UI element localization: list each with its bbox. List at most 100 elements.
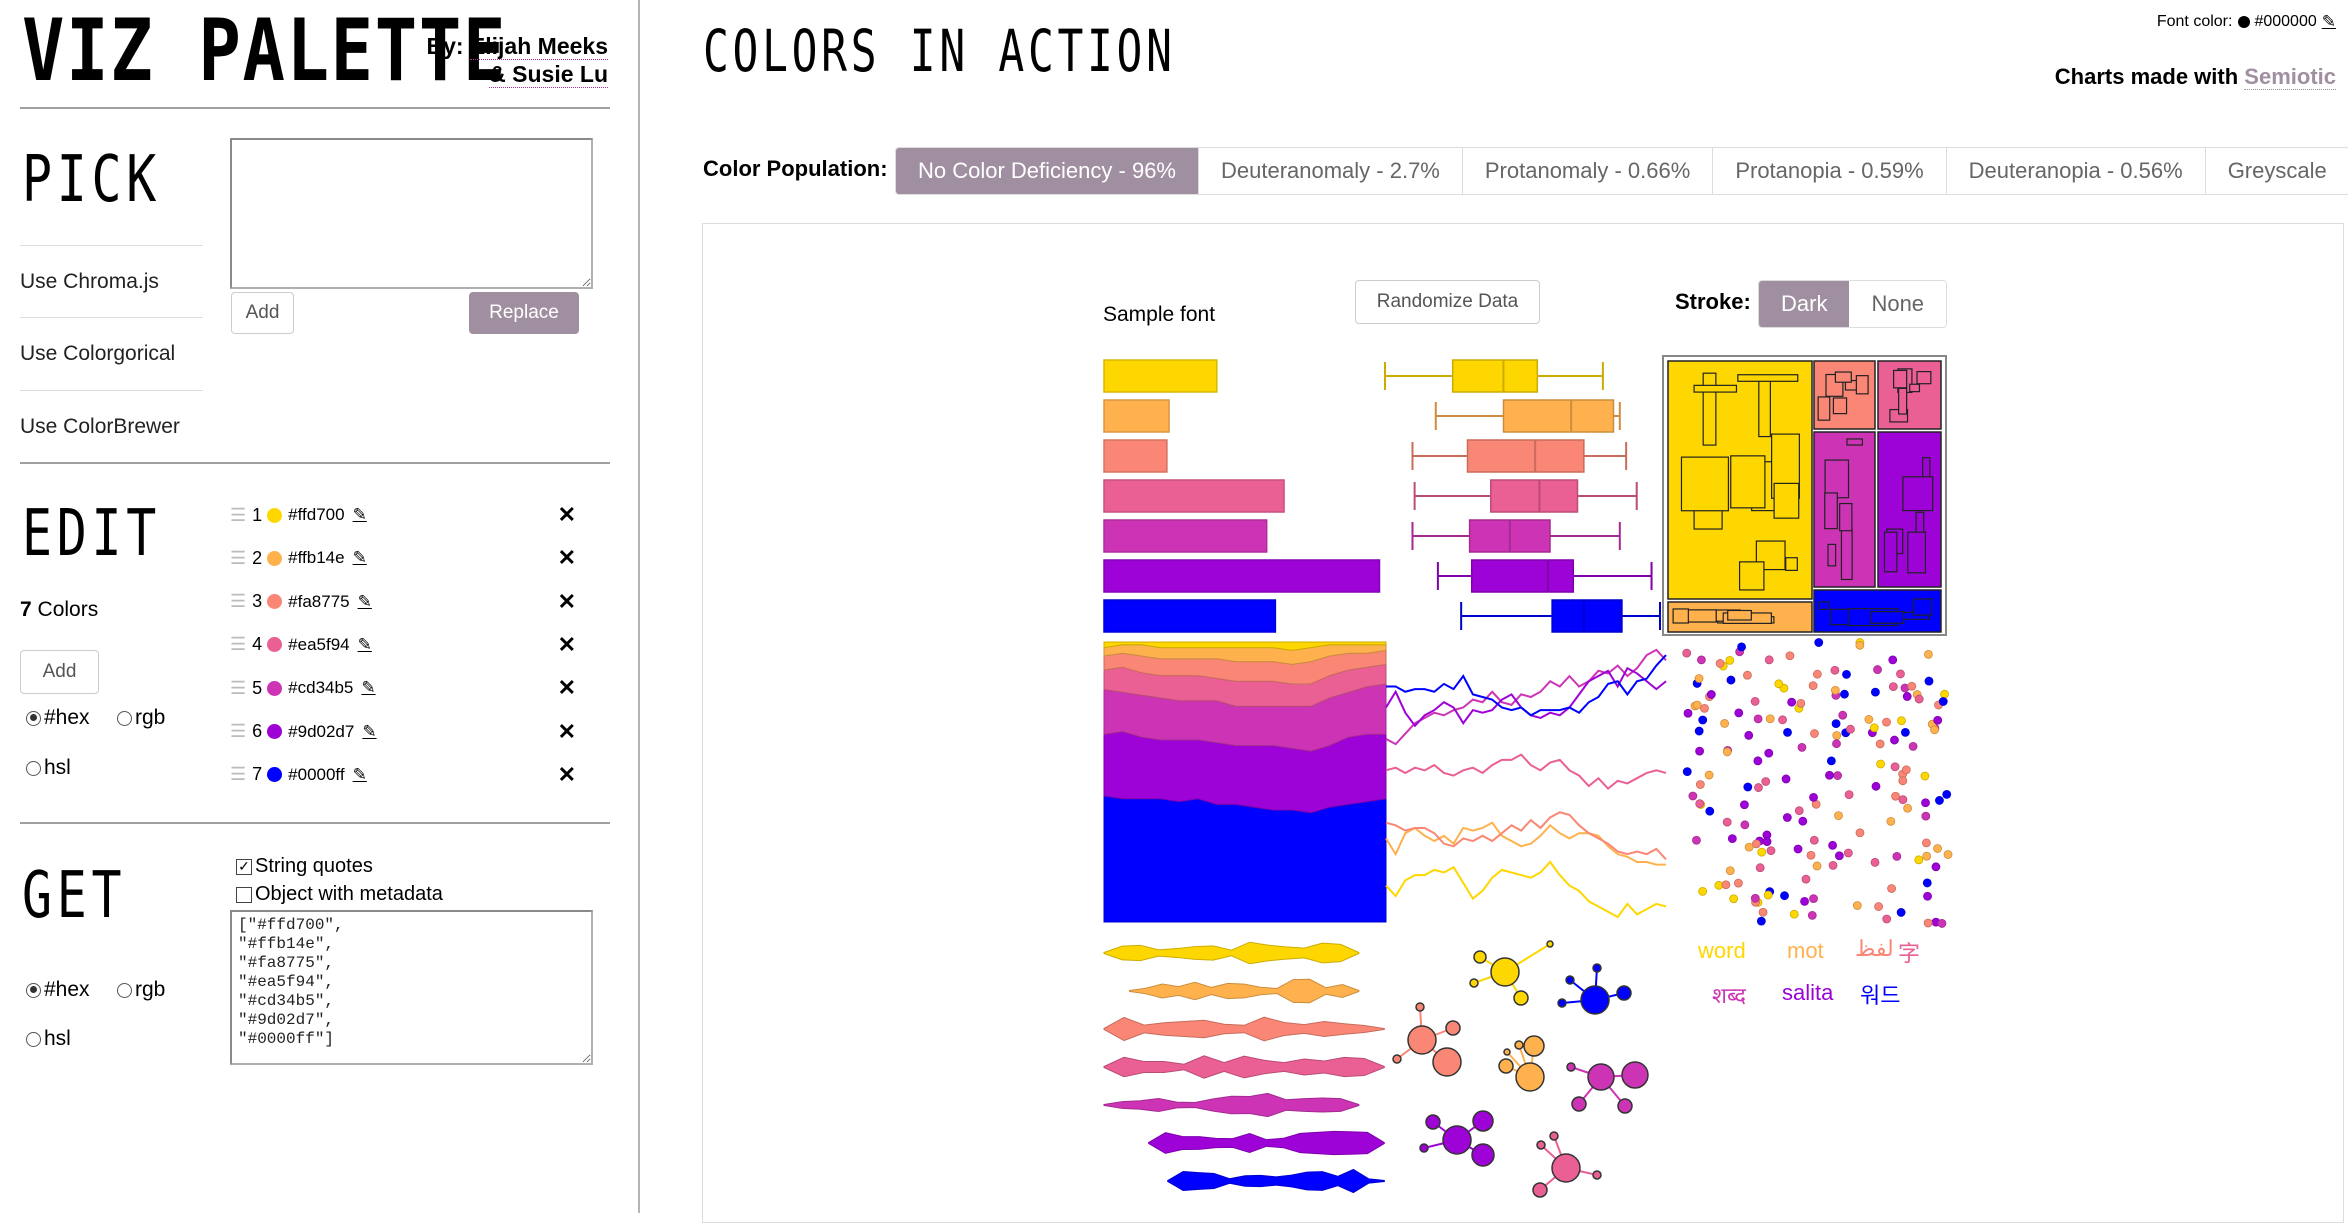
radio-label: #hex: [44, 706, 90, 729]
checkbox-label: Object with metadata: [255, 883, 443, 905]
word-sample: لفظ: [1855, 936, 1894, 961]
word-sample: 워드: [1860, 983, 1901, 1008]
font-color-value: #000000: [2254, 13, 2317, 30]
color-count-label: Colors: [37, 598, 99, 621]
object-metadata-checkbox[interactable]: Object with metadata: [236, 883, 443, 906]
get-output-textarea[interactable]: [230, 910, 593, 1065]
word-sample: शब्द: [1712, 983, 1746, 1008]
checkbox-label: String quotes: [255, 855, 373, 877]
use-colorgorical-link[interactable]: Use Colorgorical: [20, 342, 175, 366]
color-swatch: [267, 637, 283, 653]
radio-selected-icon: [26, 710, 41, 726]
divider: [20, 107, 610, 109]
pencil-icon[interactable]: ✎: [358, 592, 372, 612]
pencil-icon[interactable]: ✎: [362, 722, 376, 742]
charts-credit-label: Charts made with: [2054, 64, 2239, 89]
divider: [20, 245, 203, 246]
color-index: 1: [252, 504, 263, 525]
population-tab[interactable]: Deuteranomaly - 2.7%: [1199, 148, 1463, 194]
use-chromajs-link[interactable]: Use Chroma.js: [20, 270, 159, 294]
word-sample: 字: [1898, 941, 1921, 966]
color-list-item[interactable]: ☰ 4 #ea5f94 ✎ ✕: [230, 630, 590, 660]
edit-section-title: EDIT: [22, 497, 161, 571]
pick-colors-input[interactable]: [230, 138, 593, 289]
close-icon[interactable]: ✕: [558, 502, 576, 528]
semiotic-link[interactable]: Semiotic: [2244, 64, 2336, 90]
edit-format-hsl-radio[interactable]: hsl: [26, 756, 71, 780]
color-index: 7: [252, 764, 263, 785]
color-list-item[interactable]: ☰ 7 #0000ff ✎ ✕: [230, 760, 590, 790]
get-format-hsl-radio[interactable]: hsl: [26, 1027, 71, 1051]
close-icon[interactable]: ✕: [558, 762, 576, 788]
close-icon[interactable]: ✕: [558, 719, 576, 745]
divider: [20, 462, 610, 464]
color-list-item[interactable]: ☰ 2 #ffb14e ✎ ✕: [230, 543, 590, 573]
chart-panel: [702, 223, 2344, 1223]
radio-label: hsl: [44, 756, 71, 779]
pick-replace-button[interactable]: Replace: [469, 292, 579, 334]
color-list-item[interactable]: ☰ 1 #ffd700 ✎ ✕: [230, 500, 590, 530]
color-count: 7 Colors: [20, 598, 98, 622]
word-sample: salita: [1782, 980, 1834, 1005]
pencil-icon[interactable]: ✎: [353, 765, 367, 785]
color-hex: #ffb14e: [288, 548, 345, 568]
pencil-icon[interactable]: ✎: [2322, 12, 2336, 32]
close-icon[interactable]: ✕: [558, 675, 576, 701]
get-format-rgb-radio[interactable]: rgb: [117, 978, 165, 1002]
color-swatch: [267, 550, 283, 566]
color-index: 5: [252, 677, 263, 698]
population-tab[interactable]: Protanopia - 0.59%: [1713, 148, 1947, 194]
drag-handle-icon[interactable]: ☰: [230, 764, 246, 785]
close-icon[interactable]: ✕: [558, 632, 576, 658]
pick-add-button[interactable]: Add: [231, 292, 294, 334]
author-link-2[interactable]: & Susie Lu: [489, 61, 608, 88]
color-hex: #cd34b5: [288, 678, 354, 698]
checkbox-empty-icon: [236, 886, 252, 903]
randomize-data-button[interactable]: Randomize Data: [1355, 280, 1540, 324]
radio-empty-icon: [117, 982, 132, 998]
author-link-1[interactable]: Elijah Meeks: [469, 33, 608, 60]
edit-add-button[interactable]: Add: [20, 650, 99, 694]
close-icon[interactable]: ✕: [558, 589, 576, 615]
population-tab[interactable]: Protanomaly - 0.66%: [1463, 148, 1714, 194]
color-list-item[interactable]: ☰ 3 #fa8775 ✎ ✕: [230, 587, 590, 617]
drag-handle-icon[interactable]: ☰: [230, 505, 246, 526]
pencil-icon[interactable]: ✎: [353, 548, 367, 568]
color-hex: #0000ff: [288, 764, 345, 784]
pick-section-title: PICK: [22, 143, 161, 217]
drag-handle-icon[interactable]: ☰: [230, 721, 246, 742]
radio-empty-icon: [26, 1031, 41, 1047]
stroke-dark-option[interactable]: Dark: [1759, 281, 1850, 327]
color-swatch: [267, 594, 283, 610]
divider: [20, 390, 203, 391]
get-section-title: GET: [22, 859, 127, 933]
drag-handle-icon[interactable]: ☰: [230, 678, 246, 699]
pencil-icon[interactable]: ✎: [361, 678, 375, 698]
close-icon[interactable]: ✕: [558, 545, 576, 571]
color-index: 3: [252, 591, 263, 612]
color-swatch: [267, 507, 283, 523]
population-tab[interactable]: Deuteranopia - 0.56%: [1947, 148, 2206, 194]
font-color-label: Font color:: [2156, 13, 2233, 30]
drag-handle-icon[interactable]: ☰: [230, 591, 246, 612]
byline: By: Elijah Meeks & Susie Lu: [426, 32, 608, 88]
string-quotes-checkbox[interactable]: ✓ String quotes: [236, 855, 373, 878]
font-color-swatch: [2238, 16, 2251, 28]
edit-format-hex-radio[interactable]: #hex: [26, 706, 90, 730]
use-colorbrewer-link[interactable]: Use ColorBrewer: [20, 415, 180, 439]
color-list-item[interactable]: ☰ 6 #9d02d7 ✎ ✕: [230, 717, 590, 747]
pencil-icon[interactable]: ✎: [353, 505, 367, 525]
divider: [20, 822, 610, 824]
edit-format-rgb-radio[interactable]: rgb: [117, 706, 165, 730]
population-tab[interactable]: Greyscale: [2206, 148, 2348, 194]
color-list-item[interactable]: ☰ 5 #cd34b5 ✎ ✕: [230, 673, 590, 703]
population-tab[interactable]: No Color Deficiency - 96%: [896, 148, 1199, 194]
drag-handle-icon[interactable]: ☰: [230, 634, 246, 655]
get-format-hex-radio[interactable]: #hex: [26, 978, 90, 1002]
stroke-none-option[interactable]: None: [1849, 281, 1946, 327]
drag-handle-icon[interactable]: ☰: [230, 548, 246, 569]
color-hex: #ffd700: [288, 505, 345, 524]
color-population-label: Color Population:: [703, 156, 888, 181]
color-swatch: [267, 680, 283, 696]
pencil-icon[interactable]: ✎: [358, 635, 372, 655]
